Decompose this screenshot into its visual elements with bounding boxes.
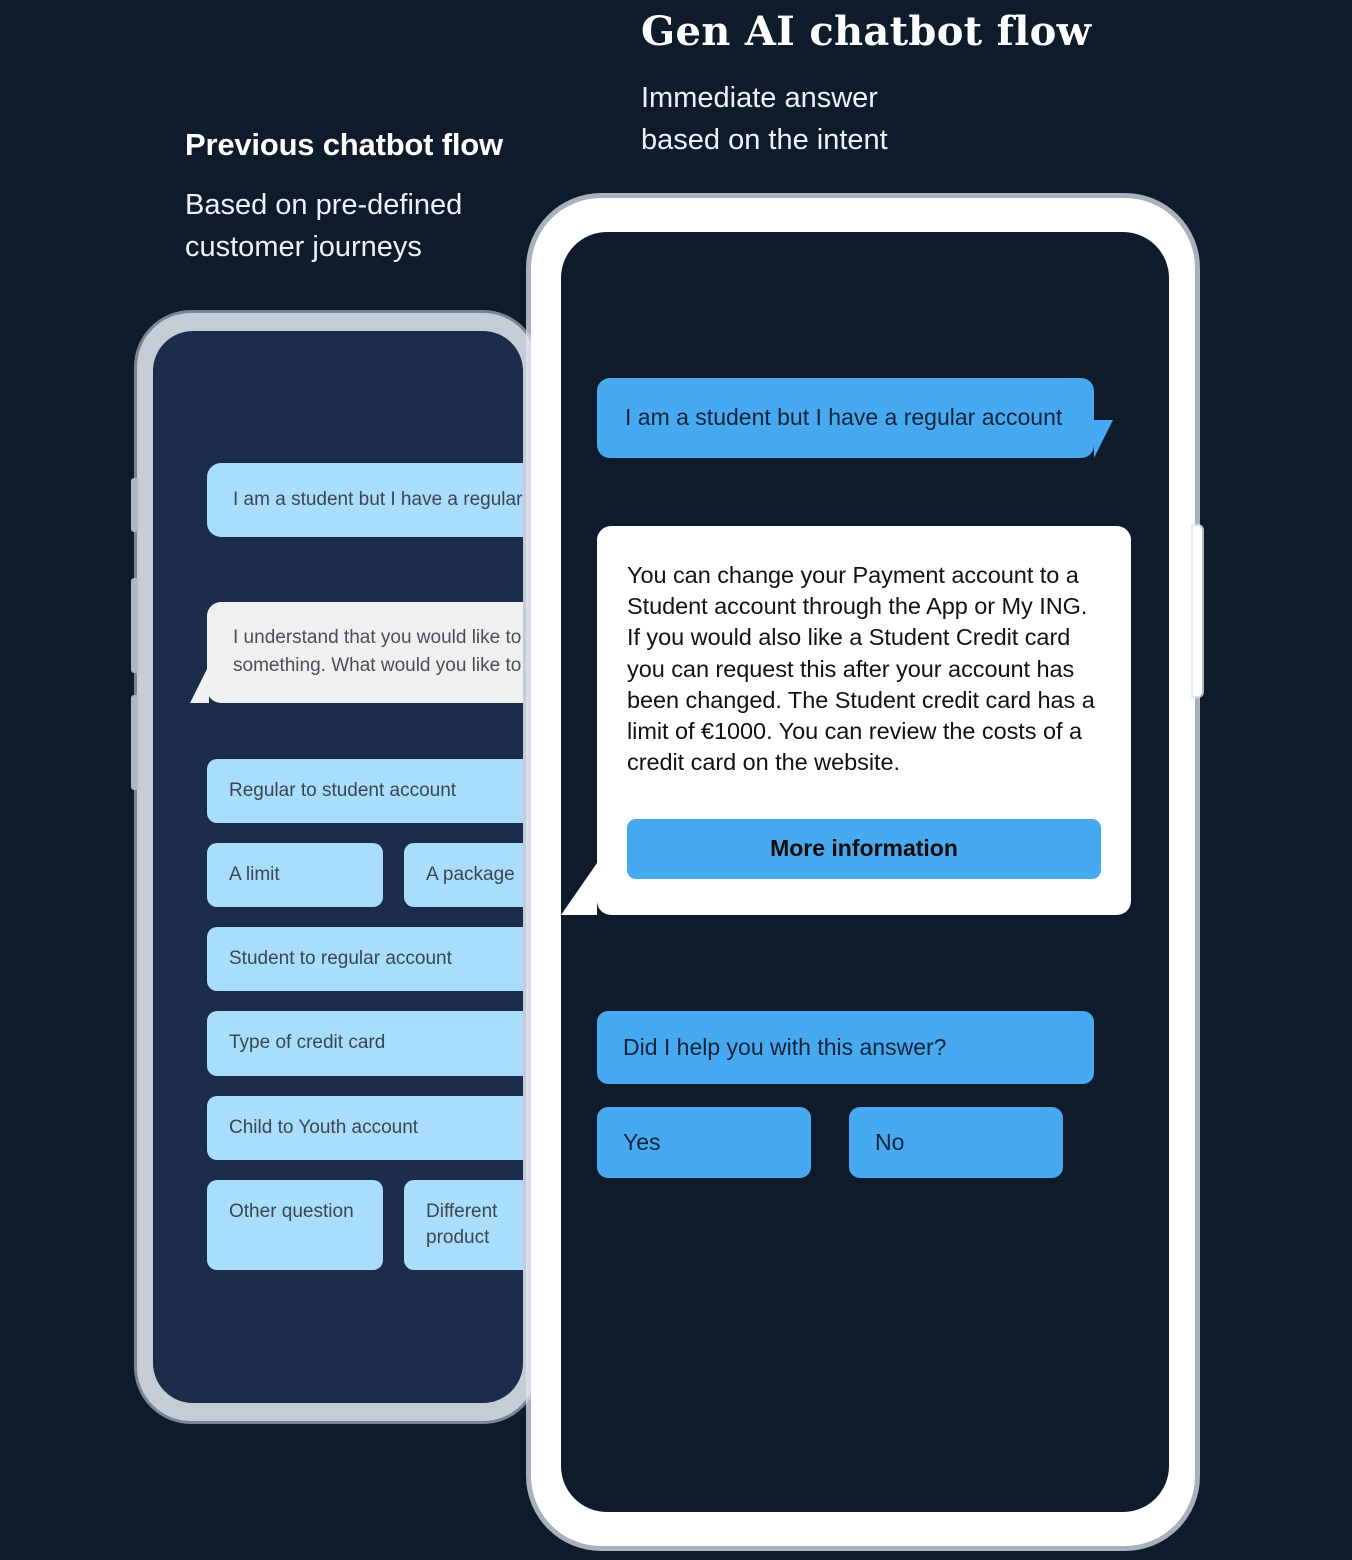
left-option-row-4: Type of credit card [207, 1011, 523, 1076]
right-bot-answer-text: You can change your Payment account to a… [627, 561, 1095, 776]
right-subtitle-line-2: based on the intent [641, 123, 888, 156]
left-bot-bubble-tail [190, 664, 209, 703]
feedback-question-bubble: Did I help you with this answer? [597, 1010, 1094, 1084]
phone-right-screen: I am a student but I have a regular acco… [561, 232, 1169, 1512]
left-user-message-text: I am a student but I have a regular acco… [233, 489, 523, 510]
previous-flow-conversation: I am a student but I have a regular acco… [190, 463, 523, 1290]
left-option-child-to-youth-account[interactable]: Child to Youth account [207, 1095, 523, 1160]
left-option-different-product[interactable]: Different product [404, 1179, 523, 1271]
right-bot-answer-bubble: You can change your Payment account to a… [561, 525, 1131, 915]
right-user-bubble-tail [1094, 419, 1113, 458]
left-option-type-of-credit-card[interactable]: Type of credit card [207, 1011, 523, 1076]
left-user-message-bubble: I am a student but I have a regular acco… [207, 463, 523, 537]
more-information-button[interactable]: More information [627, 818, 1101, 879]
left-option-row-3: Student to regular account [207, 927, 523, 992]
gen-ai-flow-phone: I am a student but I have a regular acco… [531, 198, 1202, 1546]
left-option-row-2: A limit A package [207, 842, 523, 908]
gen-ai-conversation: I am a student but I have a regular acco… [561, 378, 1147, 1178]
left-bot-message-line-2: something. What would you like to do? [233, 655, 523, 677]
right-panel-title: Gen AI chatbot flow [641, 8, 1092, 55]
phone-right-power-button[interactable] [1193, 526, 1202, 696]
left-option-a-limit[interactable]: A limit [207, 842, 383, 908]
left-option-other-question[interactable]: Other question [207, 1179, 383, 1271]
left-option-student-to-regular-account[interactable]: Student to regular account [207, 927, 523, 992]
left-option-row-1: Regular to student account [207, 758, 523, 823]
left-option-row-5: Child to Youth account [207, 1095, 523, 1160]
feedback-yes-button[interactable]: Yes [597, 1106, 811, 1178]
right-heading-block: Gen AI chatbot flow Immediate answer bas… [641, 8, 1201, 162]
left-option-regular-to-student-account[interactable]: Regular to student account [207, 758, 523, 823]
left-bot-message-bubble: I understand that you would like to know… [190, 601, 523, 703]
left-quick-reply-options: Regular to student account A limit A pac… [207, 758, 523, 1271]
right-user-message-text: I am a student but I have a regular acco… [625, 404, 1063, 430]
comparison-stage: Previous chatbot flow Based on pre-defin… [0, 0, 1352, 1560]
previous-flow-phone: I am a student but I have a regular acco… [131, 313, 537, 1421]
right-user-message-bubble: I am a student but I have a regular acco… [597, 378, 1113, 458]
phone-left-volume-down-button[interactable] [131, 695, 138, 790]
left-bot-message-line-1: I understand that you would like to know [233, 626, 523, 648]
feedback-answer-row: Yes No [597, 1106, 1147, 1178]
right-subtitle-line-1: Immediate answer [641, 82, 878, 114]
phone-left-volume-up-button[interactable] [131, 578, 138, 673]
phone-left-silent-switch[interactable] [131, 478, 138, 532]
feedback-no-button[interactable]: No [849, 1106, 1063, 1178]
left-subtitle-line-1: Based on pre-defined [185, 189, 463, 222]
phone-left-screen: I am a student but I have a regular acco… [153, 331, 523, 1403]
left-panel-title: Previous chatbot flow [185, 127, 503, 162]
left-option-a-package[interactable]: A package [404, 842, 523, 908]
left-option-row-6: Other question Different product [207, 1179, 523, 1271]
right-panel-subtitle: Immediate answer based on the intent [641, 78, 1201, 162]
right-bot-bubble-tail [561, 862, 597, 915]
